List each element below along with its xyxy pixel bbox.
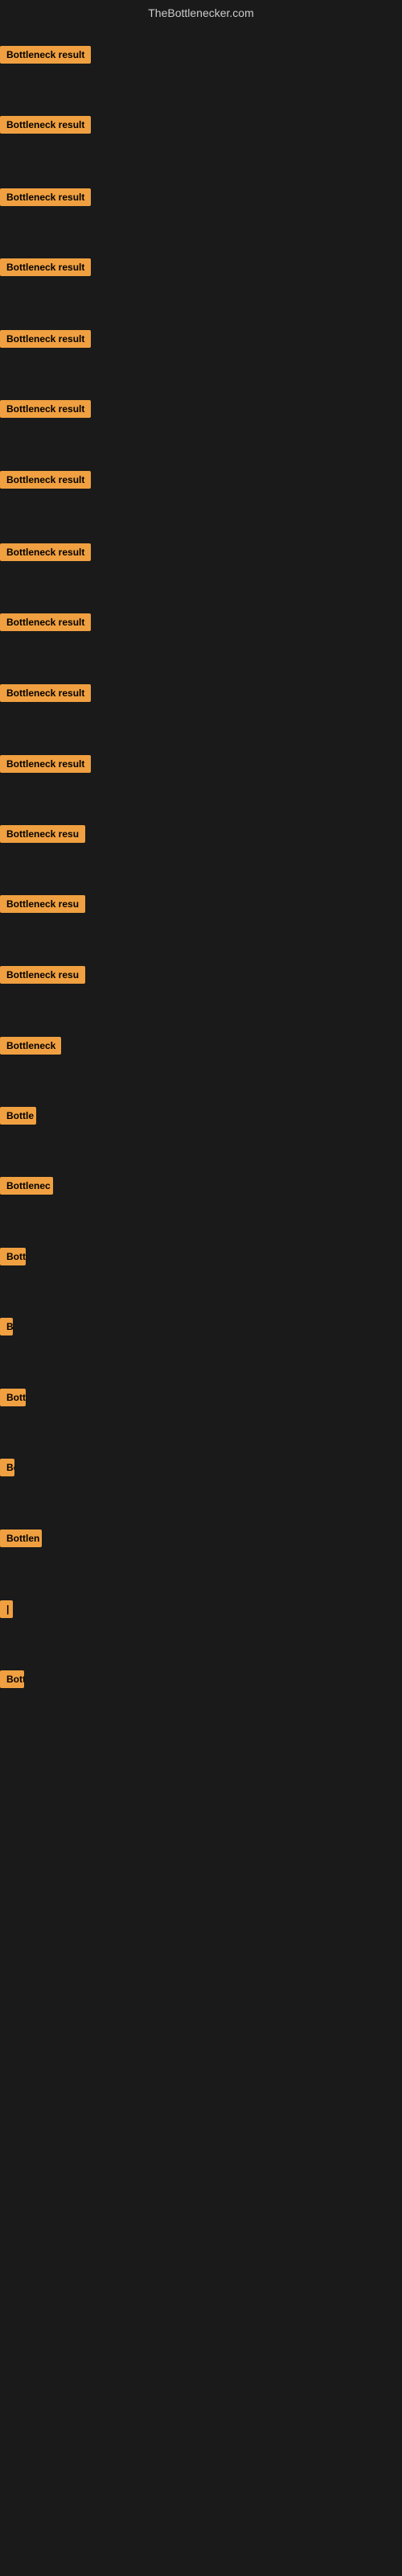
result-row-13: Bottleneck resu (0, 895, 402, 917)
result-row-1: Bottleneck result (0, 46, 402, 68)
result-row-16: Bottle (0, 1107, 402, 1129)
result-row-15: Bottleneck (0, 1037, 402, 1059)
bottleneck-label-12[interactable]: Bottleneck resu (0, 825, 85, 843)
result-row-10: Bottleneck result (0, 684, 402, 706)
result-row-20: Bott (0, 1389, 402, 1410)
bottleneck-label-13[interactable]: Bottleneck resu (0, 895, 85, 913)
result-row-18: Bott (0, 1248, 402, 1269)
result-row-12: Bottleneck resu (0, 825, 402, 847)
result-row-19: B (0, 1318, 402, 1340)
result-row-2: Bottleneck result (0, 116, 402, 138)
bottleneck-label-3[interactable]: Bottleneck result (0, 188, 91, 206)
bottleneck-label-1[interactable]: Bottleneck result (0, 46, 91, 64)
result-row-9: Bottleneck result (0, 613, 402, 635)
bottleneck-label-6[interactable]: Bottleneck result (0, 400, 91, 418)
result-row-7: Bottleneck result (0, 471, 402, 493)
bottleneck-label-10[interactable]: Bottleneck result (0, 684, 91, 702)
result-row-17: Bottlenec (0, 1177, 402, 1199)
bottleneck-label-21[interactable]: Bo (0, 1459, 14, 1476)
bottleneck-label-15[interactable]: Bottleneck (0, 1037, 61, 1055)
bottleneck-label-7[interactable]: Bottleneck result (0, 471, 91, 489)
bottleneck-label-23[interactable]: | (0, 1600, 13, 1618)
site-title: TheBottlenecker.com (0, 0, 402, 26)
bottleneck-label-20[interactable]: Bott (0, 1389, 26, 1406)
result-row-8: Bottleneck result (0, 543, 402, 565)
result-row-14: Bottleneck resu (0, 966, 402, 988)
bottleneck-label-2[interactable]: Bottleneck result (0, 116, 91, 134)
result-row-6: Bottleneck result (0, 400, 402, 422)
bottleneck-label-9[interactable]: Bottleneck result (0, 613, 91, 631)
result-row-5: Bottleneck result (0, 330, 402, 352)
bottleneck-label-11[interactable]: Bottleneck result (0, 755, 91, 773)
result-row-22: Bottlen (0, 1530, 402, 1551)
bottleneck-label-16[interactable]: Bottle (0, 1107, 36, 1125)
result-row-24: Bott (0, 1670, 402, 1692)
bottleneck-label-24[interactable]: Bott (0, 1670, 24, 1688)
result-row-21: Bo (0, 1459, 402, 1480)
bottleneck-label-8[interactable]: Bottleneck result (0, 543, 91, 561)
bottleneck-label-18[interactable]: Bott (0, 1248, 26, 1265)
result-row-11: Bottleneck result (0, 755, 402, 777)
bottleneck-label-5[interactable]: Bottleneck result (0, 330, 91, 348)
bottleneck-label-17[interactable]: Bottlenec (0, 1177, 53, 1195)
result-row-4: Bottleneck result (0, 258, 402, 280)
result-row-23: | (0, 1600, 402, 1622)
result-row-3: Bottleneck result (0, 188, 402, 210)
bottleneck-label-22[interactable]: Bottlen (0, 1530, 42, 1547)
bottleneck-label-19[interactable]: B (0, 1318, 13, 1335)
bottleneck-label-4[interactable]: Bottleneck result (0, 258, 91, 276)
bottleneck-label-14[interactable]: Bottleneck resu (0, 966, 85, 984)
